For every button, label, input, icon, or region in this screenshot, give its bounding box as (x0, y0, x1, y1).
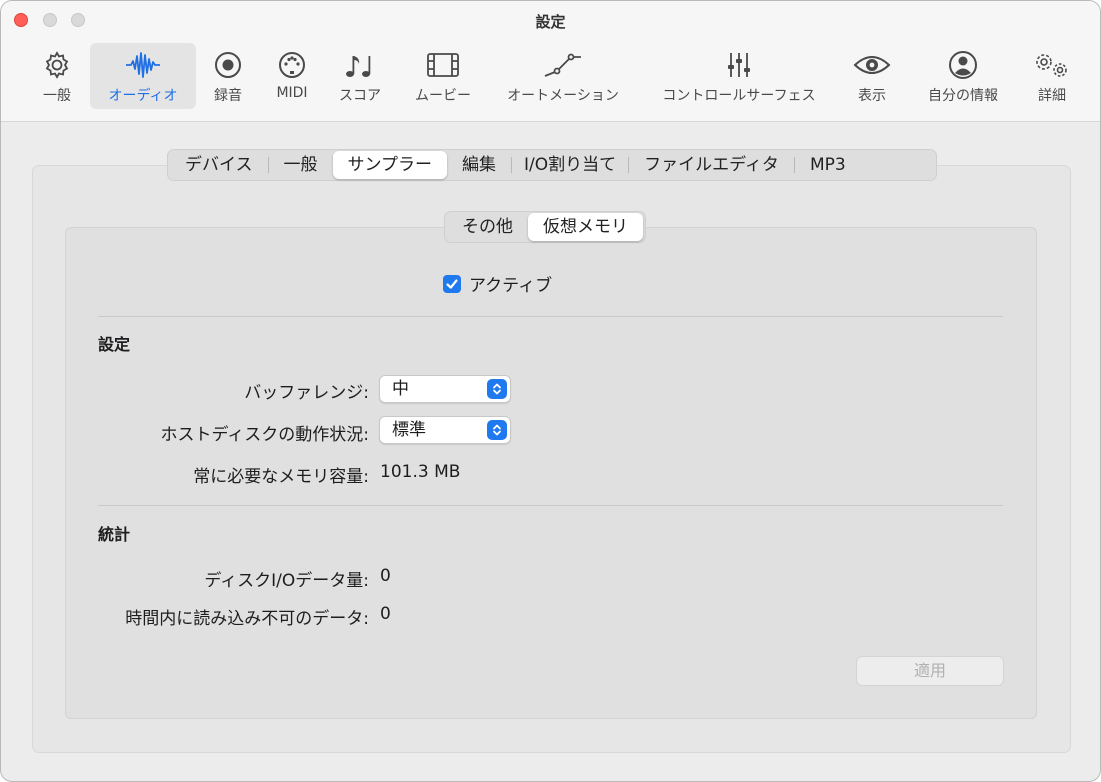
film-icon (425, 47, 461, 83)
stats-section-title: 統計 (98, 525, 131, 544)
automation-curve-icon (543, 47, 583, 83)
toolbar-automation[interactable]: オートメーション (497, 43, 629, 109)
person-icon (948, 47, 978, 83)
toolbar-label: オーディオ (108, 88, 178, 104)
toolbar-score[interactable]: スコア (331, 43, 389, 109)
gear-icon (42, 47, 72, 83)
divider (98, 505, 1003, 506)
tab-mp3[interactable]: MP3 (795, 151, 861, 179)
tab-sampler[interactable]: サンプラー (332, 151, 447, 179)
music-notes-icon (343, 47, 377, 83)
tab-devices[interactable]: デバイス (170, 151, 268, 179)
checkmark-icon (446, 278, 458, 289)
preferences-tab-bar: デバイス 一般 サンプラー 編集 I/O割り当て ファイルエディタ MP3 (167, 149, 937, 181)
tab-edit[interactable]: 編集 (447, 151, 511, 179)
active-checkbox-label: アクティブ (469, 276, 553, 296)
active-checkbox-row[interactable]: アクティブ (443, 271, 552, 296)
toolbar-label: コントロールサーフェス (662, 88, 816, 104)
toolbar-movie[interactable]: ムービー (409, 43, 477, 109)
host-disk-value: 標準 (392, 420, 426, 440)
toolbar-label: 表示 (858, 88, 886, 104)
unreadable-data-value: 0 (380, 604, 391, 624)
host-disk-popup[interactable]: 標準 (379, 416, 511, 444)
toolbar-control-surfaces[interactable]: コントロールサーフェス (647, 43, 831, 109)
gears-icon (1032, 47, 1072, 83)
host-disk-label: ホストディスクの動作状況: (160, 425, 369, 445)
buffer-range-label: バッファレンジ: (244, 383, 369, 403)
toolbar-display[interactable]: 表示 (851, 43, 893, 109)
sampler-subtab-bar: その他 仮想メモリ (444, 211, 646, 243)
tab-other[interactable]: その他 (447, 213, 528, 241)
buffer-range-value: 中 (392, 379, 409, 399)
divider (98, 316, 1003, 317)
toolbar-label: 詳細 (1038, 88, 1066, 104)
disk-io-label: ディスクI/Oデータ量: (204, 571, 369, 591)
toolbar-midi[interactable]: MIDI (267, 43, 317, 109)
tab-virtual-memory[interactable]: 仮想メモリ (528, 213, 643, 241)
toolbar-my-info[interactable]: 自分の情報 (917, 43, 1009, 109)
record-icon (213, 47, 243, 83)
eye-icon (853, 47, 891, 83)
toolbar-label: スコア (339, 88, 381, 104)
toolbar-label: MIDI (276, 85, 308, 101)
toolbar-label: オートメーション (507, 88, 619, 104)
toolbar-label: ムービー (415, 88, 471, 104)
chevron-updown-icon (487, 420, 507, 440)
disk-io-value: 0 (380, 566, 391, 586)
tab-general[interactable]: 一般 (269, 151, 333, 179)
toolbar-label: 一般 (43, 88, 71, 104)
buffer-range-popup[interactable]: 中 (379, 375, 511, 403)
waveform-icon (125, 47, 161, 83)
toolbar-recording[interactable]: 録音 (207, 43, 249, 109)
tab-io-assignment[interactable]: I/O割り当て (512, 151, 628, 179)
unreadable-data-label: 時間内に読み込み不可のデータ: (125, 609, 369, 629)
tab-file-editor[interactable]: ファイルエディタ (629, 151, 794, 179)
toolbar-advanced[interactable]: 詳細 (1029, 43, 1075, 109)
toolbar-label: 録音 (214, 88, 242, 104)
memory-label: 常に必要なメモリ容量: (193, 467, 369, 487)
faders-icon (724, 47, 754, 83)
chevron-updown-icon (487, 379, 507, 399)
active-checkbox[interactable] (443, 274, 461, 293)
toolbar-audio[interactable]: オーディオ (90, 43, 196, 109)
midi-port-icon (277, 47, 307, 83)
memory-value: 101.3 MB (380, 462, 461, 482)
toolbar-general[interactable]: 一般 (37, 43, 77, 109)
apply-button[interactable]: 適用 (856, 656, 1004, 686)
window-title: 設定 (535, 13, 566, 31)
settings-section-title: 設定 (98, 335, 131, 354)
title-bar: 設定 一般 オーディオ 録音 MIDI スコア ムービー オートメーション コン… (1, 1, 1100, 122)
settings-window: 設定 一般 オーディオ 録音 MIDI スコア ムービー オートメーション コン… (0, 0, 1101, 782)
toolbar-label: 自分の情報 (928, 88, 998, 104)
